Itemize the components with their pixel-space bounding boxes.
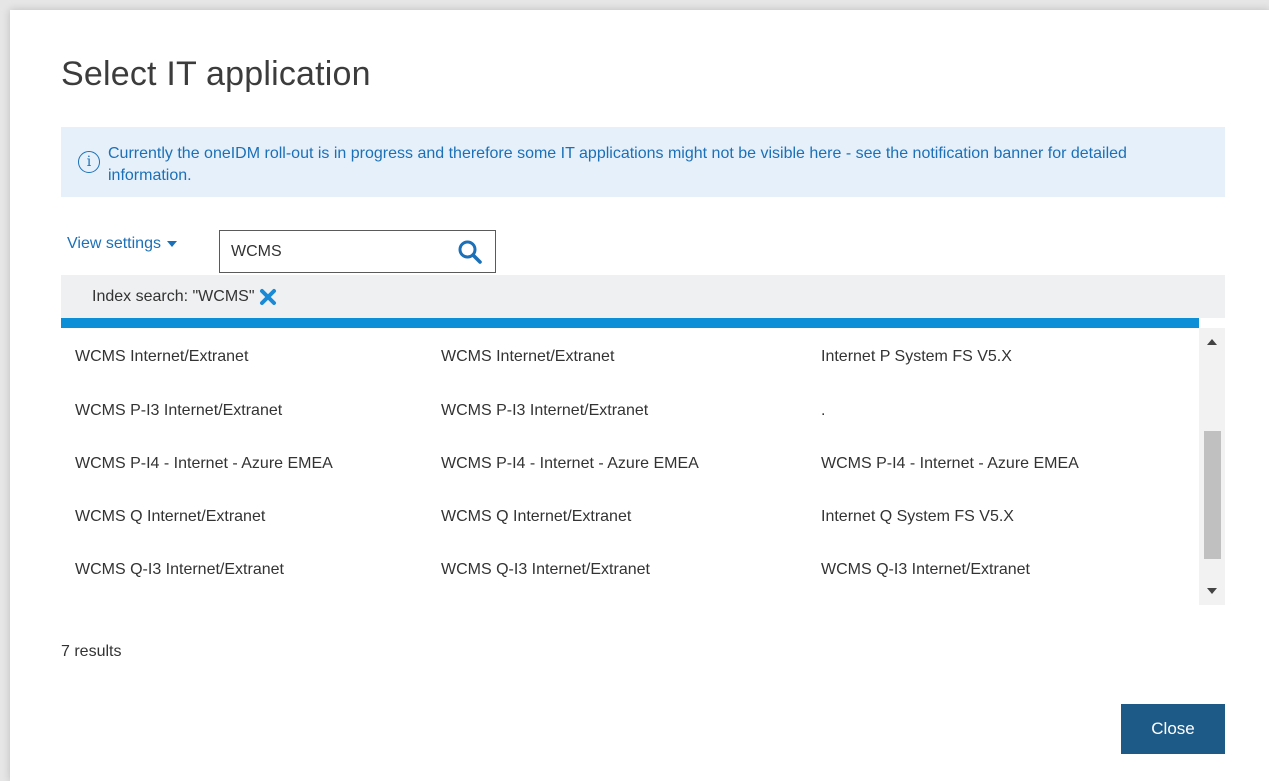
table-cell: . [821, 401, 826, 419]
view-settings-dropdown[interactable]: View settings [67, 235, 177, 253]
close-icon[interactable] [258, 287, 278, 307]
table-cell: WCMS Q Internet/Extranet [441, 507, 632, 525]
scroll-up-icon[interactable] [1207, 339, 1217, 345]
table-cell: WCMS P-I4 - Internet - Azure EMEA [821, 454, 1079, 472]
table-cell: WCMS Q-I3 Internet/Extranet [441, 560, 650, 578]
view-settings-label: View settings [67, 235, 161, 252]
table-cell: WCMS P-I4 - Internet - Azure EMEA [75, 454, 333, 472]
table-cell: WCMS Q-I3 Internet/Extranet [821, 560, 1030, 578]
table-cell: WCMS P-I3 Internet/Extranet [75, 401, 283, 419]
results-count: 7 results [61, 643, 122, 660]
search-icon[interactable] [452, 234, 488, 270]
table-row[interactable]: WCMS Internet/Extranet WCMS Internet/Extr… [61, 330, 1199, 384]
dialog-title: Select IT application [61, 55, 371, 93]
info-icon: i [78, 151, 100, 173]
table-row[interactable]: WCMS Q-I3 Internet/Extranet WCMS Q-I3 Int… [61, 543, 1199, 596]
scroll-thumb[interactable] [1204, 431, 1221, 559]
info-banner: i Currently the oneIDM roll-out is in pr… [61, 127, 1225, 197]
info-banner-text: Currently the oneIDM roll-out is in prog… [108, 145, 1127, 184]
search-input[interactable] [220, 231, 448, 272]
table-cell: WCMS Q Internet/Extranet [75, 507, 266, 525]
select-it-application-dialog: Select IT application i Currently the on… [10, 10, 1269, 781]
search-box [219, 230, 496, 273]
results-scrollbar[interactable] [1199, 328, 1225, 605]
caret-down-icon [166, 241, 177, 247]
active-filter-bar: Index search: "WCMS" [61, 275, 1225, 318]
filter-label: Index search: "WCMS" [92, 287, 255, 305]
results-list: WCMS Internet/Extranet WCMS Internet/Extr… [61, 330, 1199, 605]
table-cell: Internet Q System FS V5.X [821, 507, 1014, 525]
table-cell: WCMS P-I4 - Internet - Azure EMEA [441, 454, 699, 472]
table-row[interactable]: WCMS P-I4 - Internet - Azure EMEA WCMS P-… [61, 437, 1199, 490]
table-row[interactable]: WCMS P-I3 Internet/Extranet WCMS P-I3 Int… [61, 384, 1199, 437]
loading-progress-bar [61, 318, 1199, 328]
table-cell: WCMS Q-I3 Internet/Extranet [75, 560, 284, 578]
table-row[interactable]: WCMS Q Internet/Extranet WCMS Q Internet/… [61, 490, 1199, 543]
table-cell: WCMS P-I3 Internet/Extranet [441, 401, 649, 419]
table-cell: WCMS Internet/Extranet [441, 348, 615, 365]
close-button[interactable]: Close [1121, 704, 1225, 754]
table-cell: WCMS Internet/Extranet [75, 348, 249, 365]
table-cell: Internet P System FS V5.X [821, 348, 1012, 365]
scroll-down-icon[interactable] [1207, 588, 1217, 594]
